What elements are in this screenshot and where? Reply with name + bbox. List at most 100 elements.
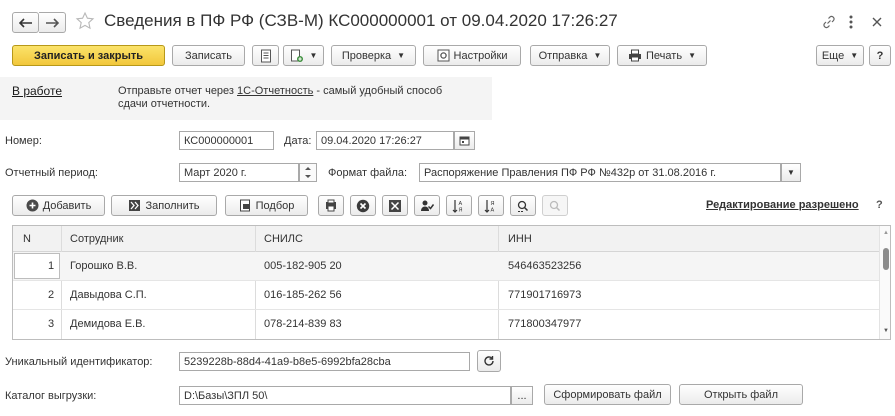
browse-label: ... xyxy=(517,389,527,402)
favorite-star-icon[interactable] xyxy=(75,11,95,31)
scrollbar-thumb[interactable] xyxy=(883,248,889,270)
help-label: ? xyxy=(876,49,884,62)
settings-button[interactable]: Настройки xyxy=(423,45,521,66)
select-button[interactable]: Подбор xyxy=(225,195,308,216)
cancel-circle-icon xyxy=(356,199,370,213)
document-list-icon xyxy=(260,49,272,63)
sort-desc-button[interactable]: ЯА xyxy=(478,195,504,216)
table-scrollbar[interactable]: ▲ ▼ xyxy=(879,226,890,339)
close-icon[interactable] xyxy=(872,17,882,27)
save-and-close-label: Записать и закрыть xyxy=(33,49,144,62)
tool-button-4[interactable] xyxy=(414,195,440,216)
col-header-snils[interactable]: СНИЛС xyxy=(264,233,303,245)
number-field[interactable]: КС000000001 xyxy=(179,131,274,150)
refresh-uid-button[interactable] xyxy=(477,350,501,372)
arrow-right-icon xyxy=(45,17,59,28)
document-button[interactable] xyxy=(252,45,279,66)
date-field[interactable]: 09.04.2020 17:26:27 xyxy=(316,131,454,150)
make-file-button[interactable]: Сформировать файл xyxy=(544,384,671,405)
chevron-down-icon: ▼ xyxy=(850,51,859,60)
search-cancel-icon xyxy=(548,199,562,213)
sort-descending-icon: ЯА xyxy=(484,199,498,213)
fill-label: Заполнить xyxy=(145,199,200,212)
period-label: Отчетный период: xyxy=(5,167,98,179)
col-header-n[interactable]: N xyxy=(23,233,31,245)
inn-cell: 771800347977 xyxy=(508,318,582,330)
period-spinner[interactable] xyxy=(299,163,317,182)
gear-icon xyxy=(437,49,450,62)
status-link[interactable]: В работе xyxy=(12,84,62,98)
browse-button[interactable]: ... xyxy=(511,386,533,405)
format-dropdown-button[interactable]: ▼ xyxy=(781,163,801,182)
calendar-icon xyxy=(459,135,470,146)
tool-button-3[interactable] xyxy=(382,195,408,216)
period-field[interactable]: Март 2020 г. xyxy=(179,163,299,182)
col-header-employee[interactable]: Сотрудник xyxy=(70,233,123,245)
table-row[interactable] xyxy=(13,252,879,280)
chevron-down-icon: ▼ xyxy=(593,51,602,60)
send-button[interactable]: Отправка ▼ xyxy=(530,45,610,66)
tool-button-2[interactable] xyxy=(350,195,376,216)
person-check-icon xyxy=(420,199,434,213)
forward-button[interactable] xyxy=(39,12,66,33)
select-label: Подбор xyxy=(255,199,295,212)
uid-field[interactable]: 5239228b-88d4-41a9-b8e5-6992bfa28cba xyxy=(179,352,470,371)
make-file-label: Сформировать файл xyxy=(553,388,662,401)
save-button[interactable]: Записать xyxy=(172,45,245,66)
cancel-search-button[interactable] xyxy=(542,195,568,216)
sort-asc-button[interactable]: АЯ xyxy=(446,195,472,216)
back-button[interactable] xyxy=(12,12,39,33)
window-title: Сведения в ПФ РФ (СЗВ-М) КС000000001 от … xyxy=(104,11,618,30)
create-doc-icon xyxy=(290,49,304,63)
help-button[interactable]: ? xyxy=(869,45,891,66)
info-message-line2: сдачи отчетности. xyxy=(118,98,211,110)
create-based-on-button[interactable]: ▼ xyxy=(283,45,324,66)
svg-text:А: А xyxy=(491,207,495,213)
save-and-close-button[interactable]: Записать и закрыть xyxy=(12,45,165,66)
more-vert-icon[interactable] xyxy=(848,14,854,30)
fill-button[interactable]: Заполнить xyxy=(111,195,217,216)
add-label: Добавить xyxy=(42,199,92,212)
open-file-label: Открыть файл xyxy=(704,388,778,401)
chevron-down-icon: ▼ xyxy=(397,51,406,60)
clear-table-icon xyxy=(388,199,402,213)
svg-text:Я: Я xyxy=(459,207,463,213)
row-number: 2 xyxy=(48,289,55,301)
add-circle-icon xyxy=(26,199,39,212)
add-button[interactable]: Добавить xyxy=(12,195,105,216)
scroll-up-icon[interactable]: ▲ xyxy=(883,230,889,236)
search-icon xyxy=(516,199,530,213)
employee-cell: Демидова Е.В. xyxy=(70,318,146,330)
settings-label: Настройки xyxy=(453,49,508,62)
printer-icon xyxy=(628,49,642,62)
print-button[interactable]: Печать ▼ xyxy=(617,45,707,66)
fill-icon xyxy=(128,199,141,212)
svg-text:Я: Я xyxy=(491,201,495,207)
search-button[interactable] xyxy=(510,195,536,216)
edit-help-link[interactable]: ? xyxy=(876,199,883,211)
catalog-field[interactable]: D:\Базы\ЗПЛ 50\ xyxy=(179,386,511,405)
snils-cell: 016-185-262 56 xyxy=(264,289,342,301)
edit-allowed-link[interactable]: Редактирование разрешено xyxy=(706,199,859,211)
inn-cell: 546463523256 xyxy=(508,260,582,272)
check-label: Проверка xyxy=(341,49,392,62)
scroll-down-icon[interactable]: ▼ xyxy=(883,328,889,334)
reporting-service-link[interactable]: 1С-Отчетность xyxy=(237,85,313,97)
info-message-prefix: Отправьте отчет через xyxy=(118,85,234,97)
col-header-inn[interactable]: ИНН xyxy=(508,233,532,245)
more-button[interactable]: Еще ▼ xyxy=(816,45,864,66)
save-label: Записать xyxy=(184,49,232,62)
link-icon[interactable] xyxy=(821,14,837,30)
tool-button-1[interactable] xyxy=(318,195,344,216)
number-label: Номер: xyxy=(5,135,42,147)
calendar-button[interactable] xyxy=(454,131,475,150)
check-button[interactable]: Проверка ▼ xyxy=(331,45,416,66)
format-field[interactable]: Распоряжение Правления ПФ РФ №432р от 31… xyxy=(419,163,781,182)
chevron-down-icon: ▼ xyxy=(787,168,795,177)
open-file-button[interactable]: Открыть файл xyxy=(679,384,803,405)
uid-label: Уникальный идентификатор: xyxy=(5,356,153,368)
arrow-left-icon xyxy=(18,17,33,28)
svg-text:А: А xyxy=(459,201,463,207)
row-number: 1 xyxy=(48,260,55,272)
snils-cell: 078-214-839 83 xyxy=(264,318,342,330)
